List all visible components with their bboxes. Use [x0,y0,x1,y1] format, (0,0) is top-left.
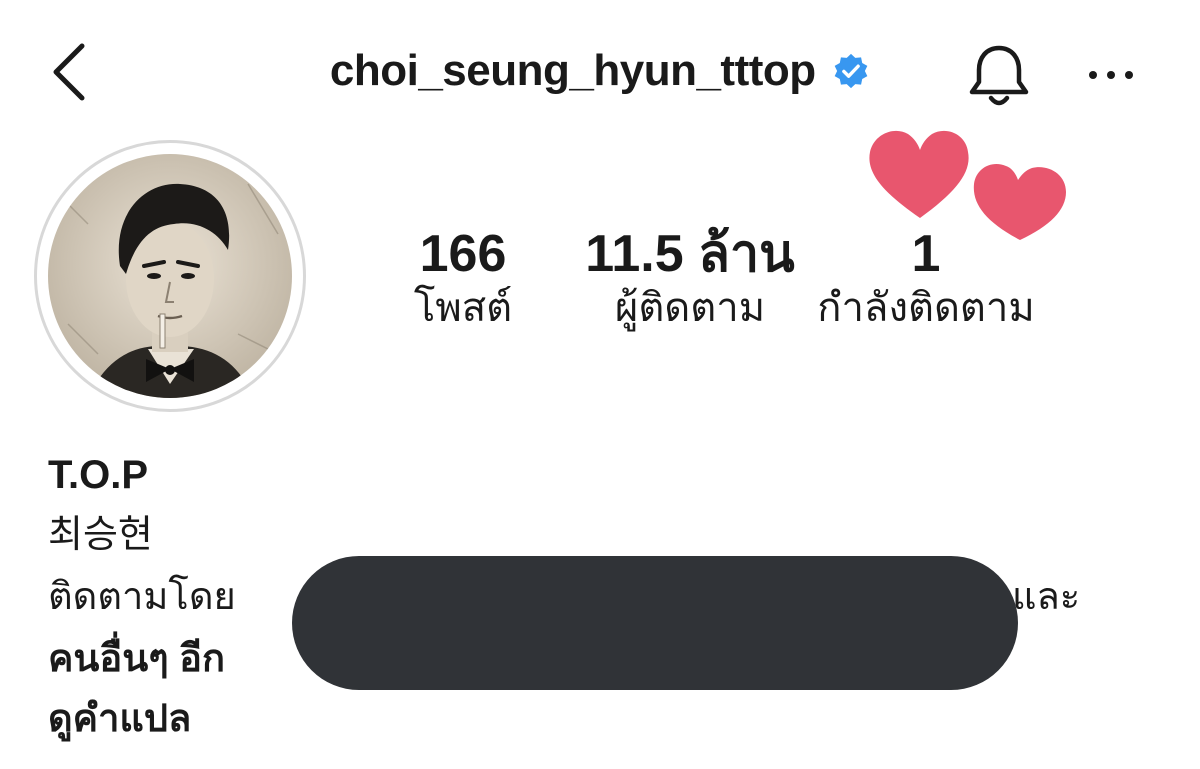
verified-badge-icon [834,53,868,89]
followed-by-others[interactable]: คนอื่นๆ อีก [48,634,225,684]
stat-followers[interactable]: 11.5 ล้าน ผู้ติดตาม [570,224,810,332]
heart-icon [869,130,969,218]
following-count: 1 [911,225,941,283]
profile-photo [48,154,292,398]
posts-count: 166 [419,225,507,283]
profile-korean-name: 최승현 [48,514,153,556]
stat-posts[interactable]: 166 โพสต์ [378,224,548,332]
followed-by-prefix: ติดตามโดย [48,576,236,618]
stat-following[interactable]: 1 กำลังติดตาม [814,224,1038,332]
followers-label: ผู้ติดตาม [614,286,766,330]
see-translation-link[interactable]: ดูคำแปล [48,694,191,744]
following-label: กำลังติดตาม [817,286,1035,330]
avatar[interactable] [48,154,292,398]
posts-label: โพสต์ [413,286,513,330]
bell-icon [969,45,1029,106]
followers-count: 11.5 ล้าน [585,225,795,283]
more-options-button[interactable] [1086,60,1136,90]
chevron-left-icon [53,43,85,101]
notifications-button[interactable] [966,42,1032,110]
profile-name: T.O.P [48,453,149,497]
more-horizontal-icon [1089,71,1133,79]
redaction-overlay [292,556,1018,690]
back-button[interactable] [44,40,92,104]
username: choi_seung_hyun_tttop [329,46,816,95]
followed-by-suffix: และ [1012,576,1081,618]
